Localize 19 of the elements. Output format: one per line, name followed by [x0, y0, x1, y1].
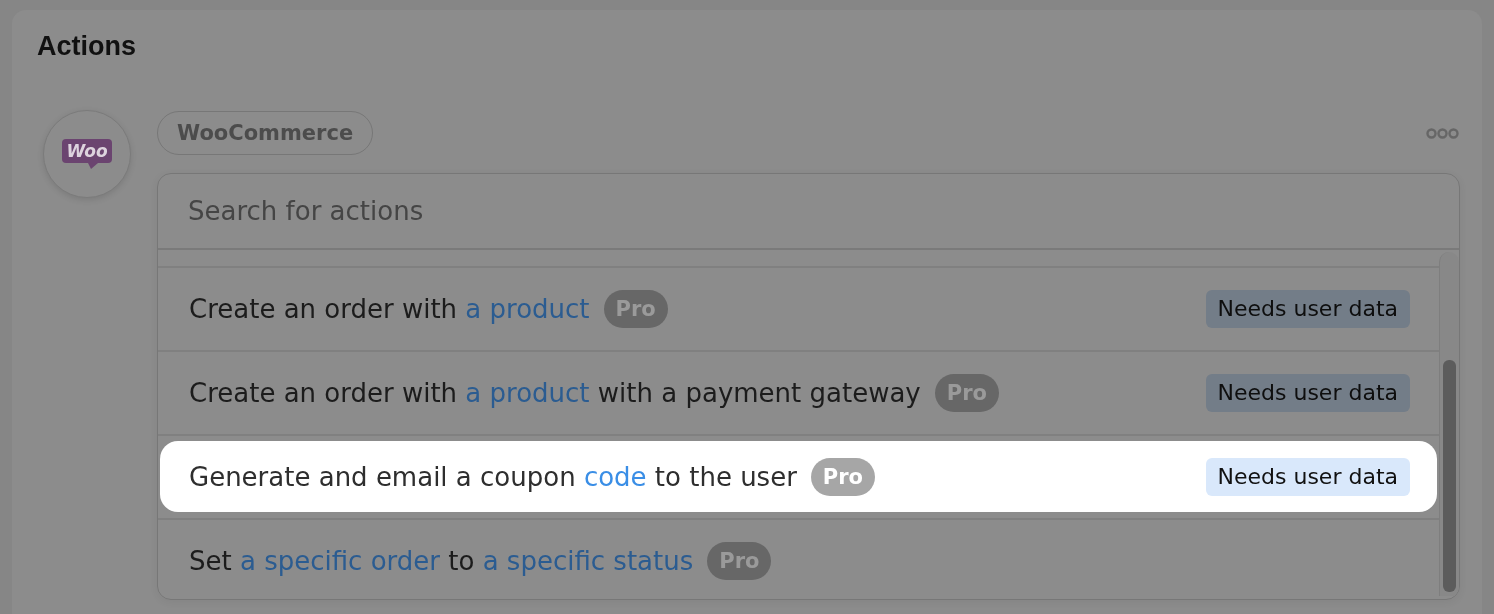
link[interactable]: a specific status: [482, 545, 694, 576]
section-title: Actions: [37, 30, 136, 62]
link[interactable]: a product: [465, 293, 590, 324]
needs-data-tag: Needs user data: [1205, 289, 1410, 328]
link[interactable]: code: [583, 461, 647, 492]
action-label: Create an order with a product with a payment gateway: [189, 377, 921, 408]
action-label: Create an order with a product: [189, 293, 590, 324]
action-item[interactable]: Generate and email a coupon code to the user Pro Needs user data: [160, 441, 1437, 512]
pro-badge: Pro: [810, 457, 876, 496]
search-field[interactable]: Search for actions: [158, 174, 1459, 248]
more-icon[interactable]: [1426, 127, 1459, 139]
needs-data-tag: Needs user data: [1205, 373, 1410, 412]
needs-data-tag: Needs user data: [1205, 457, 1410, 496]
link[interactable]: a product: [465, 377, 590, 408]
store-logo: Woo: [62, 139, 112, 169]
link[interactable]: a specific order: [239, 545, 440, 576]
action-label: Set a specific order to a specific status: [189, 545, 694, 576]
action-label: Generate and email a coupon code to the user: [189, 461, 797, 492]
scrollbar-thumb[interactable]: [1443, 360, 1456, 592]
